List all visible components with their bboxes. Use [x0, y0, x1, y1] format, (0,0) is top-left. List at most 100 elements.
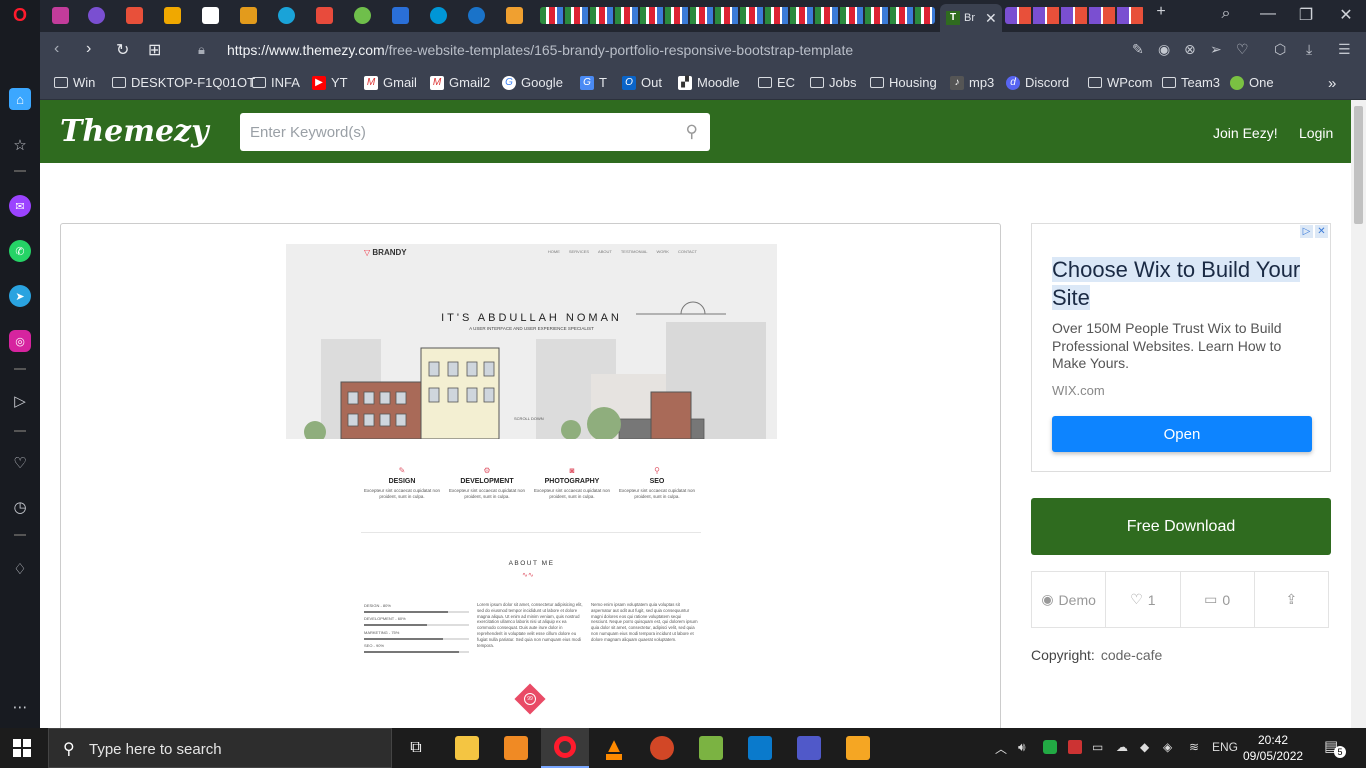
tab-favicon[interactable] [506, 7, 523, 24]
cloud-icon[interactable]: ☁ [1116, 740, 1128, 754]
adchoices-icon[interactable]: ▷ [1300, 225, 1313, 238]
minimize-icon[interactable]: — [1256, 5, 1280, 23]
tab-favicon[interactable] [354, 7, 371, 24]
bookmark-item[interactable]: M Gmail [364, 75, 417, 90]
bookmark-item[interactable]: One [1230, 75, 1274, 90]
player-icon[interactable]: ▷ [9, 390, 31, 412]
tab-favicons-group[interactable] [540, 7, 935, 24]
volume-icon[interactable]: 🔊︎ [1018, 740, 1026, 755]
pdf-app-icon[interactable] [504, 736, 528, 760]
task-view-icon[interactable]: ⧉ [404, 736, 428, 760]
more-bookmarks-icon[interactable]: » [1328, 75, 1336, 92]
back-icon[interactable]: ‹ [54, 40, 59, 58]
tab-favicon[interactable] [278, 7, 295, 24]
tab-favicon[interactable] [126, 7, 143, 24]
close-window-icon[interactable]: ✕ [1334, 5, 1358, 25]
file-explorer-icon[interactable] [455, 736, 479, 760]
bookmark-item[interactable]: M Gmail2 [430, 75, 490, 90]
advertisement[interactable]: ▷ ✕ Choose Wix to Build Your Site Over 1… [1031, 223, 1331, 472]
tab-favicon[interactable] [468, 7, 485, 24]
site-logo[interactable]: Themezy [60, 114, 209, 149]
scrollbar-thumb[interactable] [1354, 106, 1363, 224]
easy-setup-icon[interactable]: ☰ [1338, 41, 1351, 58]
demo-button[interactable]: ◉ Demo [1032, 572, 1107, 627]
camera-icon[interactable]: ◉ [1158, 41, 1170, 58]
tab-favicon[interactable] [430, 7, 447, 24]
security-icon[interactable] [1043, 740, 1057, 754]
bookmark-item[interactable]: ♪ mp3 [950, 75, 994, 90]
bookmark-item[interactable]: Housing [870, 75, 937, 90]
telegram-icon[interactable]: ➤ [9, 285, 31, 307]
whatsapp-icon[interactable]: ✆ [9, 240, 31, 262]
bookmark-item[interactable]: O Out [622, 75, 662, 90]
battery-icon[interactable]: ▭ [1092, 740, 1103, 754]
tab-favicon[interactable] [52, 7, 69, 24]
forward-icon[interactable]: › [86, 40, 91, 58]
restore-icon[interactable]: ❐ [1294, 5, 1318, 25]
tab-favicon[interactable] [316, 7, 333, 24]
more-icon[interactable]: ⋯ [9, 696, 31, 718]
bookmark-item[interactable]: WPcom [1088, 75, 1153, 90]
bookmark-item[interactable]: ▶ YT [312, 75, 348, 90]
search-tabs-icon[interactable]: ⌕ [1214, 5, 1238, 23]
ad-close-icon[interactable]: ✕ [1315, 225, 1328, 238]
home-icon[interactable]: ⌂ [9, 88, 31, 110]
tab-favicon[interactable] [202, 7, 219, 24]
free-download-button[interactable]: Free Download [1031, 498, 1331, 555]
comments-button[interactable]: ▭ 0 [1181, 572, 1255, 627]
lock-icon[interactable]: 🔒︎ [198, 42, 205, 58]
tab-active[interactable]: T Br ✕ [940, 4, 1002, 32]
search-icon[interactable]: ⚲ [686, 122, 698, 142]
like-button[interactable]: ♡ 1 [1106, 572, 1181, 627]
bookmark-item[interactable]: G Google [502, 75, 563, 90]
tab-favicons-group[interactable] [1005, 7, 1145, 24]
bookmark-item[interactable]: Team3 [1162, 75, 1220, 90]
bookmark-item[interactable]: INFA [252, 75, 300, 90]
bookmark-item[interactable]: Win [54, 75, 95, 90]
edit-icon[interactable]: ✎ [1132, 41, 1144, 58]
reload-icon[interactable]: ↻ [116, 40, 129, 60]
opera-logo-icon[interactable]: O [9, 4, 31, 26]
lightbulb-icon[interactable]: ♢ [9, 558, 31, 580]
windows-start-icon[interactable] [13, 739, 31, 757]
tab-favicon[interactable] [240, 7, 257, 24]
cube-icon[interactable]: ⬡ [1274, 41, 1286, 58]
template-preview[interactable]: ▽ BRANDY HOME SERVICES ABOUT TESTIMONIAL… [60, 223, 1001, 728]
messenger-icon[interactable]: ✉ [9, 195, 31, 217]
tray-app-icon[interactable]: ◆ [1140, 740, 1149, 754]
send-icon[interactable]: ➢ [1210, 41, 1222, 58]
wifi-icon[interactable]: ≋ [1189, 740, 1199, 754]
tab-favicon[interactable] [164, 7, 181, 24]
heart-icon[interactable]: ♡ [9, 452, 31, 474]
bookmark-item[interactable]: GT [580, 75, 607, 90]
page-scrollbar[interactable] [1351, 100, 1366, 728]
vlc-icon[interactable]: ▲ [602, 736, 626, 760]
bookmark-heart-icon[interactable]: ♡ [1236, 41, 1249, 58]
tabs-grid-icon[interactable]: ⊞ [148, 40, 161, 60]
ad-open-button[interactable]: Open [1052, 416, 1312, 452]
download-icon[interactable]: ⤓ [1306, 41, 1312, 58]
search-input[interactable] [240, 113, 660, 151]
bookmark-item[interactable]: Jobs [810, 75, 856, 90]
clock[interactable]: 20:42 09/05/2022 [1243, 732, 1303, 764]
ad-headline[interactable]: Choose Wix to Build Your Site [1052, 256, 1312, 312]
history-icon[interactable]: ◷ [9, 496, 31, 518]
bookmark-item[interactable]: d Discord [1006, 75, 1069, 90]
new-tab-icon[interactable]: + [1149, 3, 1173, 21]
powerpoint-icon[interactable] [650, 736, 674, 760]
vscode-icon[interactable] [748, 736, 772, 760]
teams-icon[interactable] [797, 736, 821, 760]
url-field[interactable]: https://www.themezy.com/free-website-tem… [227, 42, 853, 58]
adblock-icon[interactable]: ⊗ [1184, 41, 1196, 58]
bookmark-item[interactable]: ▞ Moodle [678, 75, 740, 90]
instagram-icon[interactable]: ◎ [9, 330, 31, 352]
tab-favicon[interactable] [392, 7, 409, 24]
close-tab-icon[interactable]: ✕ [985, 10, 997, 27]
bookmark-item[interactable]: DESKTOP-F1Q01OT [112, 75, 255, 90]
opera-taskbar-slot[interactable] [541, 728, 589, 768]
tray-app-icon[interactable] [1068, 740, 1082, 754]
tab-favicon[interactable] [88, 7, 105, 24]
chart-app-icon[interactable] [699, 736, 723, 760]
taskbar-search-input[interactable] [89, 738, 369, 760]
copyright-author[interactable]: code-cafe [1101, 647, 1162, 663]
